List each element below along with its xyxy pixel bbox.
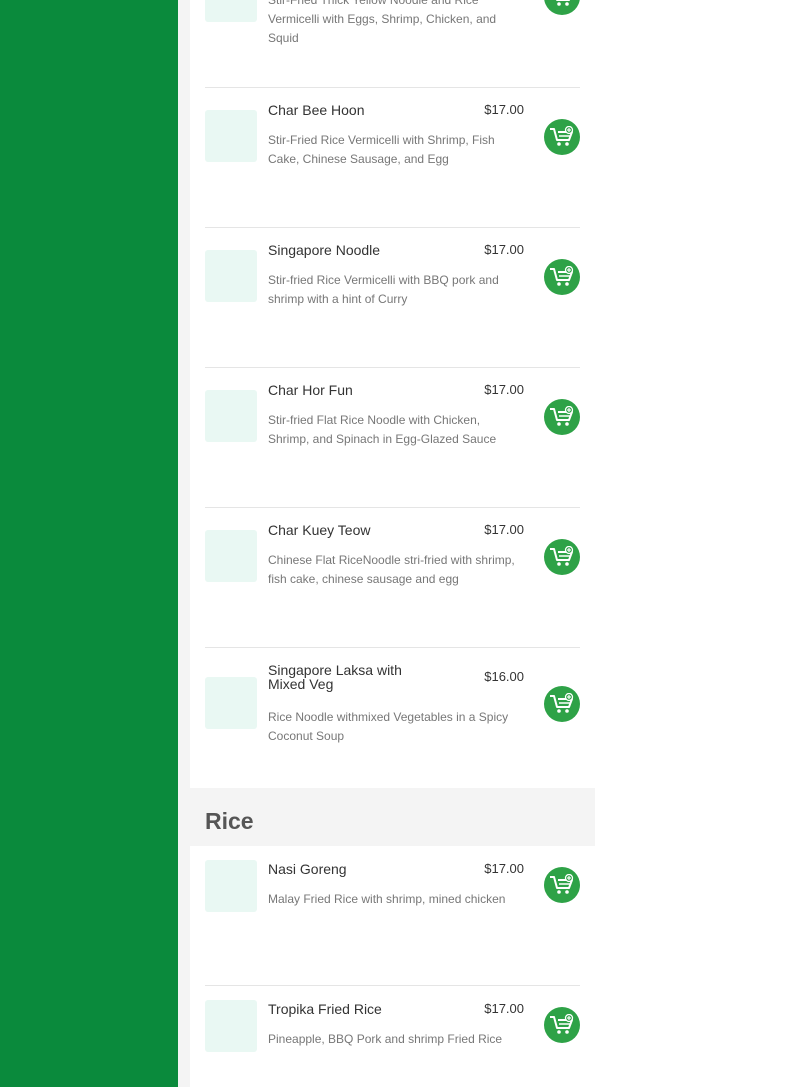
item-image-placeholder — [205, 1000, 257, 1052]
add-to-cart-button[interactable] — [544, 119, 580, 155]
item-description: Stir-Fried Thick Yellow Noodle and Rice … — [268, 0, 497, 45]
item-image-placeholder — [205, 530, 257, 582]
item-description: Rice Noodle withmixed Vegetables in a Sp… — [268, 710, 509, 743]
add-to-cart-button[interactable] — [544, 0, 580, 15]
item-price: $17.00 — [484, 522, 524, 537]
menu-item[interactable]: Nasi Goreng $17.00 Malay Fried Rice with… — [205, 846, 580, 986]
item-description: Pineapple, BBQ Pork and shrimp Fried Ric… — [268, 1032, 503, 1046]
menu-content: Stir-Fried Thick Yellow Noodle and Rice … — [178, 0, 595, 1087]
cart-plus-icon — [550, 693, 574, 713]
item-name: Nasi Goreng — [268, 861, 347, 877]
item-name: Singapore Noodle — [268, 242, 381, 258]
item-image-placeholder — [205, 110, 257, 162]
add-to-cart-button[interactable] — [544, 1007, 580, 1043]
cart-plus-icon — [550, 546, 574, 566]
menu-item[interactable]: Char Kuey Teow $17.00 Chinese Flat RiceN… — [205, 508, 580, 648]
item-image-placeholder — [205, 390, 257, 442]
item-name: Char Hor Fun — [268, 382, 353, 398]
menu-item[interactable]: Singapore Noodle $17.00 Stir-fried Rice … — [205, 228, 580, 368]
item-price: $17.00 — [484, 861, 524, 876]
cart-plus-icon — [555, 0, 571, 6]
cart-plus-icon — [550, 126, 574, 146]
item-price: $17.00 — [484, 1001, 524, 1016]
item-image-placeholder — [205, 677, 257, 729]
add-to-cart-button[interactable] — [544, 399, 580, 435]
item-price: $17.00 — [484, 102, 524, 117]
item-name: Char Bee Hoon — [268, 102, 365, 118]
item-description: Stir-Fried Rice Vermicelli with Shrimp, … — [268, 133, 495, 166]
item-price: $17.00 — [484, 242, 524, 257]
item-name: Singapore Laksa with Mixed Veg — [268, 662, 402, 692]
rice-panel: Nasi Goreng $17.00 Malay Fried Rice with… — [190, 846, 595, 1087]
sidebar — [0, 0, 178, 1087]
item-image-placeholder — [205, 250, 257, 302]
item-image-placeholder — [205, 860, 257, 912]
item-price: $17.00 — [484, 382, 524, 397]
menu-item[interactable]: Stir-Fried Thick Yellow Noodle and Rice … — [205, 0, 580, 88]
item-description: Stir-fried Rice Vermicelli with BBQ pork… — [268, 273, 499, 306]
cart-plus-icon — [550, 1014, 574, 1034]
cart-plus-icon — [550, 266, 574, 286]
section-title-rice: Rice — [205, 808, 254, 834]
noodles-panel: Stir-Fried Thick Yellow Noodle and Rice … — [190, 0, 595, 788]
menu-item[interactable]: Singapore Laksa with Mixed Veg $16.00 Ri… — [205, 648, 580, 788]
right-pane — [595, 0, 790, 1087]
add-to-cart-button[interactable] — [544, 686, 580, 722]
item-price: $16.00 — [484, 669, 524, 684]
menu-item[interactable]: Tropika Fried Rice $17.00 Pineapple, BBQ… — [205, 986, 580, 1087]
item-description: Stir-fried Flat Rice Noodle with Chicken… — [268, 413, 497, 446]
cart-plus-icon — [550, 406, 574, 426]
menu-item[interactable]: Char Hor Fun $17.00 Stir-fried Flat Rice… — [205, 368, 580, 508]
add-to-cart-button[interactable] — [544, 539, 580, 575]
item-name: Tropika Fried Rice — [268, 1001, 382, 1017]
item-image-placeholder — [205, 0, 257, 22]
item-description: Malay Fried Rice with shrimp, mined chic… — [268, 892, 506, 906]
item-description: Chinese Flat RiceNoodle stri-fried with … — [268, 553, 515, 586]
menu-item[interactable]: Char Bee Hoon $17.00 Stir-Fried Rice Ver… — [205, 88, 580, 228]
item-name: Char Kuey Teow — [268, 522, 371, 538]
add-to-cart-button[interactable] — [544, 259, 580, 295]
cart-plus-icon — [550, 874, 574, 894]
add-to-cart-button[interactable] — [544, 867, 580, 903]
